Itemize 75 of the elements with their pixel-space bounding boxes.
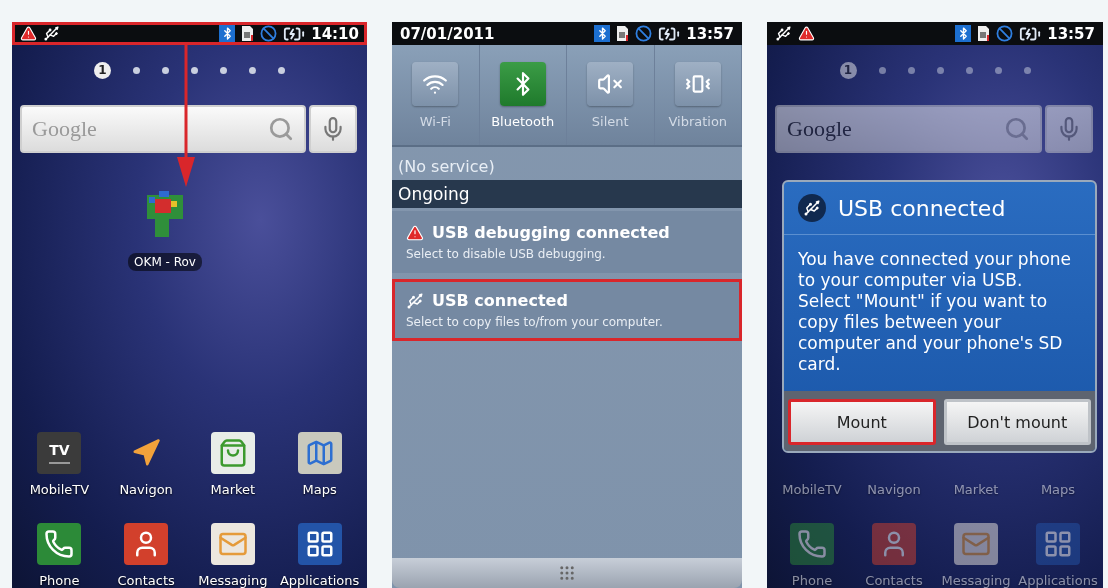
usb-icon — [43, 25, 60, 42]
warning-icon — [406, 223, 424, 242]
bluetooth-icon — [594, 25, 611, 42]
search-icon — [268, 116, 294, 142]
app-label[interactable]: Phone — [791, 573, 833, 588]
usb-icon — [406, 291, 424, 310]
app-label[interactable]: Maps — [302, 482, 337, 497]
phone-icon[interactable] — [37, 523, 82, 565]
search-field[interactable]: Google — [775, 105, 1042, 153]
app-label[interactable]: Applications — [1018, 573, 1098, 588]
no-signal-icon — [996, 25, 1014, 42]
notification-title: USB connected — [432, 291, 568, 310]
map-icon[interactable] — [297, 432, 342, 474]
app-label[interactable]: Messaging — [198, 573, 268, 588]
quick-toggle[interactable]: Silent — [567, 45, 655, 145]
notification-title: USB debugging connected — [432, 223, 670, 242]
notification-item[interactable]: USB debugging connected Select to disable USB debugging. — [392, 211, 742, 273]
app-label[interactable]: Contacts — [117, 573, 175, 588]
search-icon — [1004, 116, 1030, 142]
usb-icon — [798, 194, 826, 222]
bluetooth-icon — [955, 25, 972, 42]
app-label[interactable]: Market — [953, 482, 999, 497]
app-label[interactable]: MobileTV — [29, 482, 90, 497]
app-label[interactable]: Messaging — [941, 573, 1011, 588]
app-label[interactable]: Contacts — [865, 573, 923, 588]
app-label[interactable]: Navigon — [867, 482, 921, 497]
warning-icon — [798, 25, 815, 42]
page-indicator[interactable] — [191, 66, 198, 74]
page-indicator[interactable] — [878, 66, 886, 74]
page-indicator[interactable] — [162, 66, 169, 74]
contact-card-icon[interactable] — [124, 523, 169, 565]
sim-card-icon — [616, 25, 630, 42]
no-signal-icon — [260, 25, 278, 42]
app-label[interactable]: Phone — [39, 573, 80, 588]
app-label[interactable]: Maps — [1040, 482, 1076, 497]
dialog-button[interactable]: Mount — [788, 399, 936, 445]
tv-icon[interactable]: TV — [37, 432, 82, 474]
page-indicator[interactable] — [133, 66, 140, 74]
shortcut-label[interactable]: OKM - Rov — [128, 253, 202, 271]
date-text: 07/01/2011 — [400, 24, 495, 43]
sim-card-icon — [977, 25, 991, 42]
handle-icon — [558, 564, 576, 582]
dialog-title: USB connected — [838, 195, 1006, 221]
panel-handle[interactable] — [392, 558, 742, 588]
clock-time: 13:57 — [1047, 24, 1095, 43]
notification-text: Select to copy files to/from your computer. — [406, 315, 664, 329]
page-indicator[interactable] — [220, 66, 227, 74]
app-label[interactable]: Navigon — [119, 482, 173, 497]
section-header: Ongoing — [392, 180, 742, 208]
app-label[interactable]: Applications — [279, 573, 360, 588]
quick-toggle[interactable]: Bluetooth — [479, 45, 567, 145]
dialog-message: You have connected your phone to your computer via USB. Select "Mount" if you want to copy files between your computer and your phone's SD card. — [797, 248, 1073, 376]
page-indicator[interactable]: 1 — [94, 61, 111, 79]
app-label[interactable]: MobileTV — [782, 482, 842, 497]
quick-toggle[interactable]: Vibration — [654, 45, 742, 145]
sim-card-icon — [241, 25, 255, 42]
shopping-bag-icon[interactable] — [210, 432, 255, 474]
bluetooth-icon — [219, 25, 236, 42]
grid-icon[interactable] — [297, 523, 342, 565]
dialog-button[interactable]: Don't mount — [943, 399, 1091, 445]
notification-item[interactable]: USB connected Select to copy files to/from your computer. — [392, 279, 742, 341]
no-signal-icon — [635, 25, 653, 42]
page-indicator[interactable] — [249, 66, 256, 74]
page-indicator[interactable] — [278, 66, 285, 74]
voice-search-button[interactable] — [309, 105, 357, 153]
voice-search-button[interactable] — [1045, 105, 1093, 153]
clock-time: 13:57 — [686, 24, 734, 43]
app-label[interactable]: Market — [210, 482, 256, 497]
usb-icon — [775, 25, 792, 42]
envelope-icon[interactable] — [210, 523, 255, 565]
notification-text: Select to disable USB debugging. — [406, 247, 607, 261]
page-indicator[interactable]: 1 — [839, 61, 857, 79]
warning-icon — [20, 25, 37, 42]
clock-time: 14:10 — [311, 24, 359, 43]
network-status: (No service) — [397, 156, 496, 178]
